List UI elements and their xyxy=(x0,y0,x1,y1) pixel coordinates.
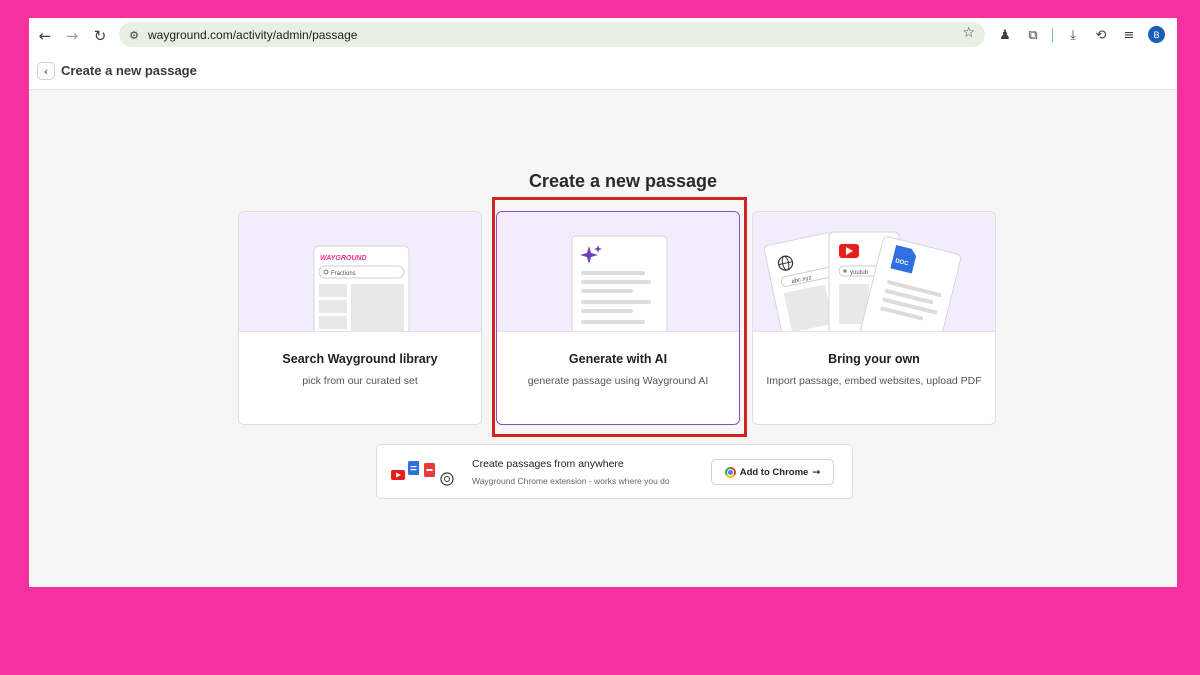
media-icon[interactable]: ≡ xyxy=(1119,25,1139,45)
selection-highlight xyxy=(492,197,747,437)
bring-your-own-card[interactable]: abc.xyz youtub DOC Bring your own Import… xyxy=(752,211,996,425)
openai-icon xyxy=(440,472,454,486)
byo-illustration: abc.xyz youtub DOC xyxy=(753,212,995,332)
extension-icon[interactable]: ♟ xyxy=(995,25,1015,45)
header-title: Create a new passage xyxy=(61,63,197,78)
back-arrow-icon[interactable]: ← xyxy=(35,26,55,46)
download-icon[interactable]: ⤓ xyxy=(1063,25,1083,45)
url-text[interactable]: wayground.com/activity/admin/passage xyxy=(148,28,357,42)
chrome-icon xyxy=(724,466,736,478)
address-bar[interactable]: ⚙ wayground.com/activity/admin/passage ☆ xyxy=(119,22,985,47)
reload-icon[interactable]: ↻ xyxy=(90,26,110,46)
docs-icon xyxy=(408,461,419,475)
byo-preview-image: abc.xyz youtub DOC xyxy=(764,231,962,331)
card-subtitle: pick from our curated set xyxy=(302,375,418,387)
add-to-chrome-button[interactable]: Add to Chrome → xyxy=(711,459,834,485)
app-header: ‹ Create a new passage xyxy=(29,53,1177,90)
toolbar-divider xyxy=(1052,28,1053,42)
site-info-icon[interactable]: ⚙ xyxy=(125,26,143,44)
extension-subtitle: Wayground Chrome extension - works where… xyxy=(472,476,670,486)
card-title: Bring your own xyxy=(828,352,920,366)
avatar[interactable]: B xyxy=(1148,26,1165,43)
forward-arrow-icon[interactable]: → xyxy=(62,26,82,46)
svg-text:Fractions: Fractions xyxy=(331,271,356,277)
card-subtitle: Import passage, embed websites, upload P… xyxy=(766,375,982,387)
back-button[interactable]: ‹ xyxy=(37,62,55,80)
performance-icon[interactable]: ⟲ xyxy=(1091,25,1111,45)
library-preview-image: WAYGROUND Fractions xyxy=(313,245,410,331)
chrome-extension-banner: Create passages from anywhere Wayground … xyxy=(376,444,853,499)
browser-window: ← → ↻ ⚙ wayground.com/activity/admin/pas… xyxy=(29,18,1177,587)
card-title: Search Wayground library xyxy=(282,352,438,366)
search-library-card[interactable]: WAYGROUND Fractions Search Wayground lib… xyxy=(238,211,482,425)
library-illustration: WAYGROUND Fractions xyxy=(239,212,481,332)
star-icon[interactable]: ☆ xyxy=(962,25,975,41)
svg-text:youtub: youtub xyxy=(850,270,869,276)
extension-title: Create passages from anywhere xyxy=(472,458,624,470)
browser-toolbar: ← → ↻ ⚙ wayground.com/activity/admin/pas… xyxy=(29,18,1177,53)
add-to-chrome-label: Add to Chrome xyxy=(739,466,809,478)
arrow-right-icon: → xyxy=(812,466,821,478)
page-title: Create a new passage xyxy=(528,171,718,191)
svg-text:WAYGROUND: WAYGROUND xyxy=(320,255,367,262)
integration-icons xyxy=(391,461,454,486)
puzzle-icon[interactable]: ⧉ xyxy=(1023,25,1043,45)
